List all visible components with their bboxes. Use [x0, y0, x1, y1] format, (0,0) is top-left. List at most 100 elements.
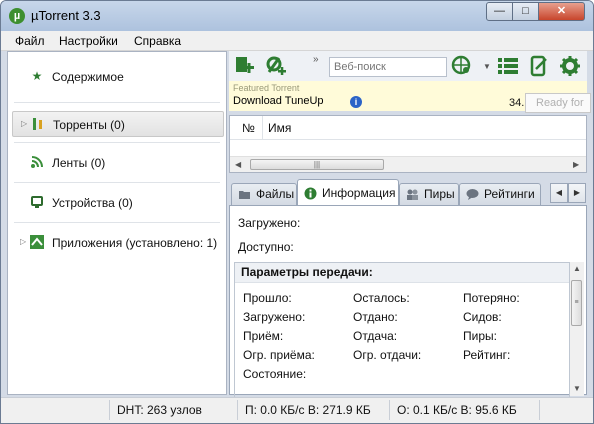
menu-file[interactable]: Файл — [15, 34, 45, 48]
sidebar-item-apps[interactable]: ▷ Приложения (установлено: 1) — [8, 230, 226, 256]
list-view-icon[interactable] — [497, 55, 519, 77]
tab-scroll-left-icon[interactable]: ◀ — [550, 183, 568, 203]
divider — [237, 400, 238, 420]
divider — [389, 400, 390, 420]
scroll-down-icon[interactable]: ▼ — [573, 384, 581, 393]
expand-arrow-icon[interactable]: ▷ — [20, 237, 26, 246]
apps-icon — [30, 235, 44, 249]
remote-icon[interactable] — [528, 55, 550, 77]
scroll-thumb[interactable]: ≡ — [571, 280, 582, 326]
scroll-up-icon[interactable]: ▲ — [573, 264, 581, 273]
menu-help[interactable]: Справка — [134, 34, 181, 48]
info-icon — [304, 187, 317, 200]
transfer-params: Параметры передачи: Прошло: Осталось: По… — [234, 262, 570, 398]
column-divider[interactable] — [262, 116, 263, 140]
divider — [14, 142, 220, 143]
utorrent-logo-icon: µ — [9, 8, 25, 24]
divider — [109, 400, 110, 420]
title-bar[interactable]: µ µTorrent 3.3 — □ ✕ — [1, 1, 593, 31]
upload-speed-label: Отдача: — [353, 329, 398, 343]
downloaded-label: Загружено: — [243, 310, 306, 324]
sidebar-item-label: Содержимое — [52, 70, 124, 84]
uploaded-label: Отдано: — [353, 310, 398, 324]
featured-title[interactable]: Download TuneUp — [233, 95, 324, 107]
main-pane: » ▼ Featured Torrent Download TuneUp i 3… — [229, 51, 591, 398]
scroll-thumb[interactable]: ||| — [250, 159, 384, 170]
tab-label: Информация — [322, 186, 396, 200]
window-title: µTorrent 3.3 — [31, 8, 101, 23]
star-icon: ★ — [31, 69, 43, 83]
torrent-list: № Имя ◀ ||| ▶ — [229, 115, 587, 173]
files-icon — [238, 188, 251, 201]
download-limit-label: Огр. приёма: — [243, 348, 315, 362]
list-header: № Имя — [230, 116, 586, 140]
sidebar-item-content[interactable]: ★ Содержимое — [8, 64, 226, 90]
menu-settings[interactable]: Настройки — [59, 34, 118, 48]
tab-label: Файлы — [256, 187, 295, 201]
elapsed-label: Прошло: — [243, 291, 292, 305]
column-name[interactable]: Имя — [268, 121, 291, 135]
maximize-button[interactable]: □ — [512, 2, 539, 21]
scroll-right-icon[interactable]: ▶ — [573, 160, 579, 169]
app-window: µ µTorrent 3.3 — □ ✕ Файл Настройки Спра… — [0, 0, 594, 424]
downloaded-label: Загружено: — [238, 216, 301, 230]
ready-button[interactable]: Ready for — [525, 93, 591, 113]
chevron-down-icon[interactable]: ▼ — [483, 62, 491, 71]
toolbar-overflow-icon[interactable]: » — [313, 54, 319, 65]
transfer-header: Параметры передачи: — [235, 263, 569, 283]
upload-limit-label: Огр. отдачи: — [353, 348, 422, 362]
add-torrent-icon[interactable] — [233, 55, 255, 77]
rss-feed-icon — [30, 155, 44, 169]
peers-label: Пиры: — [463, 329, 497, 343]
torrents-icon — [31, 117, 45, 131]
tab-label: Пиры — [424, 187, 455, 201]
add-url-icon[interactable] — [265, 55, 287, 77]
divider — [539, 400, 540, 420]
sidebar-item-torrents[interactable]: ▷ Торренты (0) — [12, 111, 224, 137]
featured-torrent-banner: Featured Torrent Download TuneUp i 34.1 … — [229, 81, 591, 113]
tab-label: Рейтинги — [484, 187, 535, 201]
sidebar-item-label: Торренты (0) — [53, 118, 125, 132]
remaining-label: Осталось: — [353, 291, 410, 305]
sidebar-item-feeds[interactable]: Ленты (0) — [8, 150, 226, 176]
info-icon[interactable]: i — [350, 96, 362, 108]
download-speed-label: Приём: — [243, 329, 284, 343]
tab-ratings[interactable]: Рейтинги — [459, 183, 541, 205]
status-bar: DHT: 263 узлов П: 0.0 КБ/с В: 271.9 КБ О… — [1, 397, 593, 423]
status-label: Состояние: — [243, 367, 307, 381]
toolbar: » ▼ — [229, 51, 587, 81]
device-icon — [30, 195, 44, 209]
tab-info[interactable]: Информация — [297, 179, 399, 205]
expand-arrow-icon[interactable]: ▷ — [21, 119, 27, 128]
ratings-icon — [466, 188, 479, 201]
vertical-scrollbar[interactable]: ▲ ≡ ▼ — [570, 262, 584, 396]
dht-status[interactable]: DHT: 263 узлов — [117, 403, 202, 417]
ratio-label: Рейтинг: — [463, 348, 511, 362]
horizontal-scrollbar[interactable]: ◀ ||| ▶ — [230, 156, 586, 172]
sidebar-item-label: Ленты (0) — [52, 156, 106, 170]
sidebar: ★ Содержимое ▷ Торренты (0) Ленты (0) Ус… — [7, 51, 227, 395]
divider — [14, 102, 220, 103]
tab-scroll-right-icon[interactable]: ▶ — [568, 183, 586, 203]
web-search-input[interactable] — [329, 57, 447, 77]
seeds-label: Сидов: — [463, 310, 502, 324]
upload-status[interactable]: О: 0.1 КБ/с В: 95.6 КБ — [397, 403, 517, 417]
wasted-label: Потеряно: — [463, 291, 520, 305]
column-number[interactable]: № — [242, 121, 255, 135]
sidebar-item-label: Устройства (0) — [52, 196, 133, 210]
info-panel: Загружено: Доступно: Параметры передачи:… — [229, 205, 587, 398]
minimize-button[interactable]: — — [486, 2, 513, 21]
download-status[interactable]: П: 0.0 КБ/с В: 271.9 КБ — [245, 403, 371, 417]
divider — [14, 222, 220, 223]
settings-gear-icon[interactable] — [559, 55, 581, 77]
close-button[interactable]: ✕ — [538, 2, 585, 21]
tab-peers[interactable]: Пиры — [399, 183, 459, 205]
menu-bar: Файл Настройки Справка — [1, 31, 593, 51]
sidebar-item-devices[interactable]: Устройства (0) — [8, 190, 226, 216]
available-label: Доступно: — [238, 240, 294, 254]
divider — [14, 182, 220, 183]
scroll-left-icon[interactable]: ◀ — [235, 160, 241, 169]
search-globe-icon[interactable] — [451, 55, 473, 77]
featured-tag: Featured Torrent — [233, 83, 300, 93]
tab-files[interactable]: Файлы — [231, 183, 297, 205]
